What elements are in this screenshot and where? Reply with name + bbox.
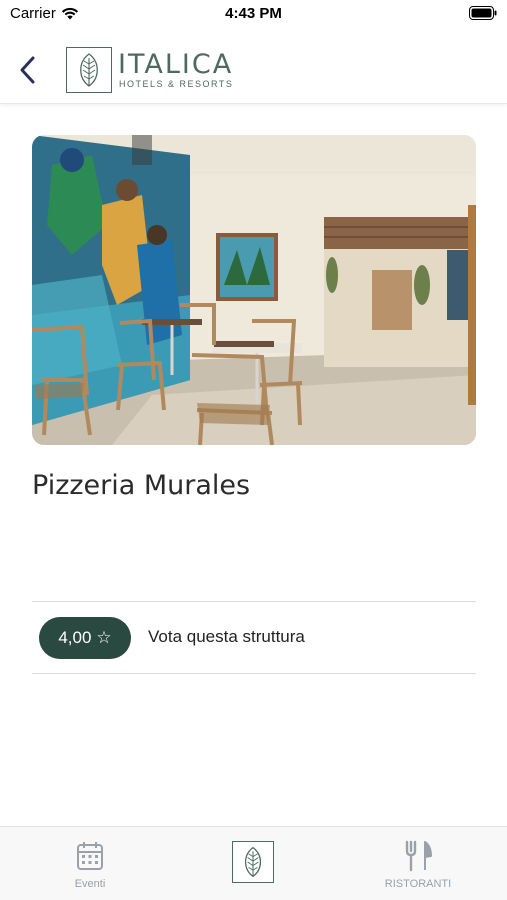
app-header: ITALICA HOTELS & RESORTS	[0, 36, 507, 104]
tab-restaurants[interactable]: RISTORANTI	[378, 827, 458, 900]
status-bar: Carrier 4:43 PM	[0, 0, 507, 28]
leaf-logo-icon	[66, 47, 112, 93]
battery-icon	[469, 6, 497, 20]
chevron-left-icon	[20, 56, 35, 84]
calendar-icon	[77, 842, 103, 870]
tab-events-label: Eventi	[74, 878, 106, 890]
logo-name: ITALICA	[118, 48, 234, 80]
restaurant-photo	[32, 135, 476, 445]
tab-events[interactable]: Eventi	[55, 827, 125, 900]
tab-home[interactable]	[218, 827, 288, 900]
rating-section: 4,00 ☆ Vota questa struttura	[32, 601, 476, 674]
rating-value: 4,00	[58, 628, 92, 647]
rate-this-place-link[interactable]: Vota questa struttura	[148, 627, 305, 647]
italica-logo: ITALICA HOTELS & RESORTS	[66, 46, 233, 94]
back-button[interactable]	[12, 50, 42, 90]
bottom-tab-bar: Eventi RISTORANTI	[0, 826, 507, 900]
tab-restaurants-label: RISTORANTI	[384, 878, 452, 890]
restaurant-name: Pizzeria Murales	[32, 470, 251, 501]
rating-badge[interactable]: 4,00 ☆	[39, 617, 131, 659]
clock: 4:43 PM	[225, 5, 282, 22]
fork-knife-icon	[405, 840, 432, 872]
star-icon: ☆	[96, 628, 112, 647]
logo-subtitle: HOTELS & RESORTS	[119, 78, 234, 89]
italica-logo-icon	[232, 841, 274, 883]
